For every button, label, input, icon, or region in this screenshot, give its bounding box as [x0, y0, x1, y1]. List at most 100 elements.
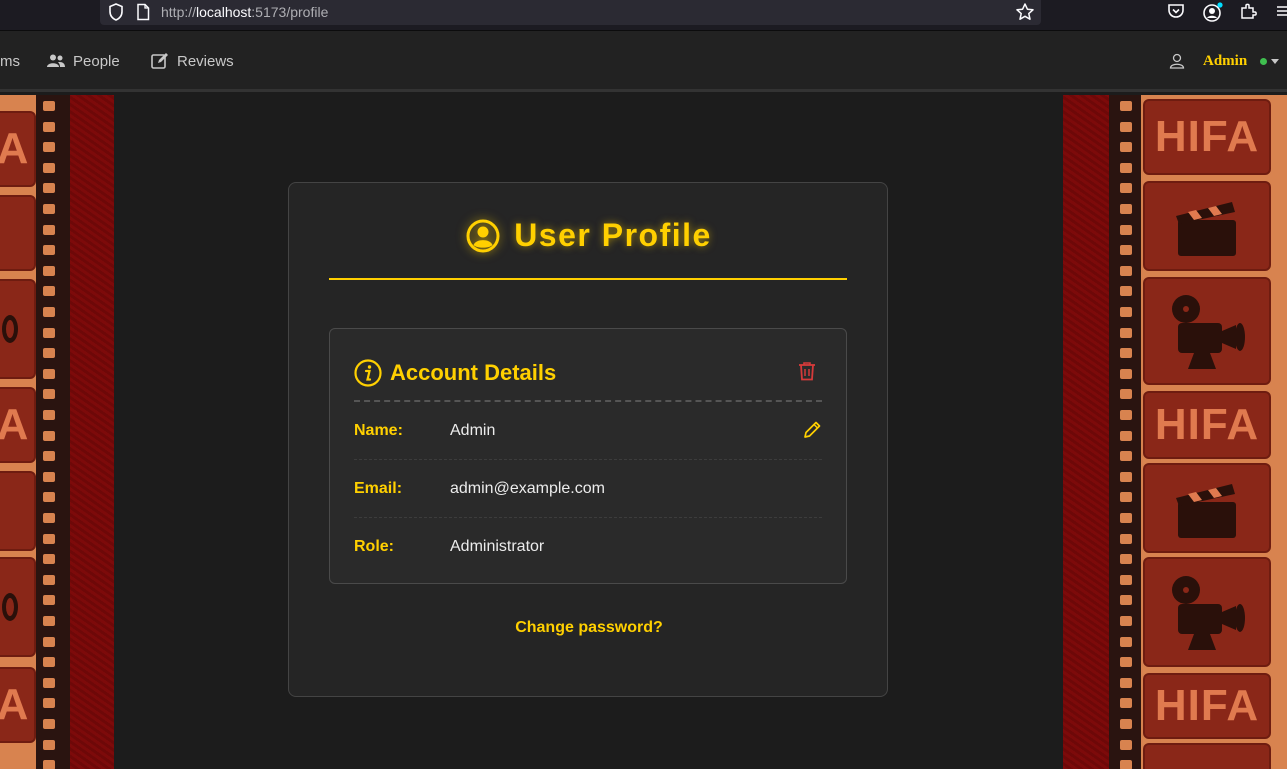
film-sprocket-hole: [1120, 369, 1132, 379]
user-circle-icon: [466, 219, 500, 252]
film-sprocket-hole: [1120, 740, 1132, 750]
menu-icon[interactable]: [1276, 2, 1287, 20]
film-sprocket-hole: [1120, 431, 1132, 441]
film-sprocket-hole: [43, 410, 55, 420]
field-value: Administrator: [450, 537, 545, 555]
page-info-icon[interactable]: [136, 3, 150, 21]
nav-item-reviews[interactable]: Reviews: [151, 31, 234, 91]
film-sprocket-hole: [43, 616, 55, 626]
film-sprocket-hole: [1120, 266, 1132, 276]
film-tile: [1143, 557, 1271, 667]
film-sprocket-hole: [1120, 595, 1132, 605]
film-sprocket-hole: [1120, 678, 1132, 688]
film-sprocket-hole: [1120, 204, 1132, 214]
film-sprocket-hole: [43, 451, 55, 461]
field-row-name: Name: Admin: [354, 403, 822, 460]
film-sprocket-hole: [1120, 410, 1132, 420]
edit-icon: [151, 53, 168, 69]
section-divider: [354, 400, 822, 402]
film-sprocket-hole: [1120, 389, 1132, 399]
film-tile: HIFA: [1143, 99, 1271, 175]
film-sprocket-hole: [1120, 142, 1132, 152]
film-sprocket-hole: [1120, 101, 1132, 111]
film-sprocket-hole: [1120, 575, 1132, 585]
film-sprocket-hole: [43, 328, 55, 338]
film-sprocket-hole: [43, 142, 55, 152]
title-divider: [329, 278, 847, 280]
nav-item-people[interactable]: People: [47, 31, 120, 91]
field-row-role: Role: Administrator: [354, 518, 822, 575]
film-tile: A: [0, 111, 36, 187]
film-sprocket-hole: [43, 740, 55, 750]
account-icon[interactable]: [1202, 2, 1224, 24]
film-sprocket-hole: [1120, 492, 1132, 502]
online-status-dot: [1260, 57, 1268, 65]
url-text[interactable]: http://localhost:5173/profile: [161, 4, 328, 20]
film-sprocket-hole: [1120, 637, 1132, 647]
film-sprocket-hole: [43, 492, 55, 502]
user-profile-card: User Profile Account Details Name: Admin: [288, 182, 888, 697]
pencil-icon[interactable]: [802, 420, 822, 440]
film-sprocket-hole: [43, 348, 55, 358]
film-sprocket-hole: [43, 719, 55, 729]
app-navbar: ms People Reviews Admin: [0, 31, 1287, 92]
film-sprocket-hole: [43, 637, 55, 647]
film-sprocket-hole: [43, 245, 55, 255]
shield-icon[interactable]: [108, 3, 124, 21]
film-sprocket-hole: [1120, 719, 1132, 729]
film-sprocket-hole: [43, 513, 55, 523]
film-sprocket-hole: [43, 698, 55, 708]
film-sprocket-hole: [1120, 472, 1132, 482]
page-title: User Profile: [289, 217, 889, 254]
film-sprocket-hole: [43, 204, 55, 214]
film-sprocket-hole: [43, 101, 55, 111]
film-sprocket-hole: [43, 431, 55, 441]
film-sprocket-hole: [1120, 451, 1132, 461]
film-sprocket-hole: [43, 760, 55, 769]
people-icon: [47, 54, 65, 67]
film-tile: [0, 279, 36, 379]
film-sprocket-hole: [1120, 245, 1132, 255]
film-sprocket-hole: [43, 266, 55, 276]
clapperboard-icon: [1176, 484, 1236, 538]
film-sprocket-hole: [43, 183, 55, 193]
film-sprocket-hole: [1120, 534, 1132, 544]
film-sprocket-hole: [43, 389, 55, 399]
extensions-icon[interactable]: [1239, 2, 1257, 20]
nav-item-label: ms: [0, 52, 20, 70]
film-sprocket-hole: [43, 286, 55, 296]
nav-item-label: People: [73, 52, 120, 70]
film-sprocket-hole: [43, 554, 55, 564]
trash-icon[interactable]: [798, 361, 816, 381]
nav-item-partial[interactable]: ms: [0, 31, 20, 91]
user-menu-toggle[interactable]: Admin: [1169, 31, 1280, 91]
field-label: Role:: [354, 537, 394, 555]
film-sprocket-hole: [1120, 183, 1132, 193]
film-sprocket-hole: [43, 122, 55, 132]
film-tile: [1143, 181, 1271, 271]
film-sprocket-hole: [1120, 307, 1132, 317]
film-tile: HIFA: [1143, 391, 1271, 459]
change-password-link[interactable]: Change password?: [289, 619, 889, 637]
browser-toolbar: http://localhost:5173/profile: [0, 0, 1287, 31]
account-details-panel: Account Details Name: Admin Email: admin…: [329, 328, 847, 584]
film-tile: [1143, 743, 1271, 769]
film-sprocket-hole: [43, 534, 55, 544]
film-sprocket-hole: [43, 678, 55, 688]
film-sprocket-hole: [1120, 698, 1132, 708]
right-film-strip: HIFA HIFA HIFA: [1063, 95, 1287, 769]
film-tile: [0, 557, 36, 657]
film-sprocket-hole: [43, 307, 55, 317]
film-tile: HIFA: [1143, 673, 1271, 739]
pocket-icon[interactable]: [1167, 2, 1185, 20]
film-tile: A: [0, 387, 36, 463]
film-sprocket-hole: [43, 575, 55, 585]
field-value: Admin: [450, 422, 496, 439]
film-sprocket-hole: [1120, 286, 1132, 296]
chevron-down-icon: [1271, 58, 1280, 64]
address-bar[interactable]: http://localhost:5173/profile: [100, 0, 1041, 25]
bookmark-star-icon[interactable]: [1015, 2, 1035, 22]
clapperboard-icon: [1176, 202, 1236, 256]
field-row-email: Email: admin@example.com: [354, 461, 822, 518]
section-title: Account Details: [390, 360, 557, 385]
